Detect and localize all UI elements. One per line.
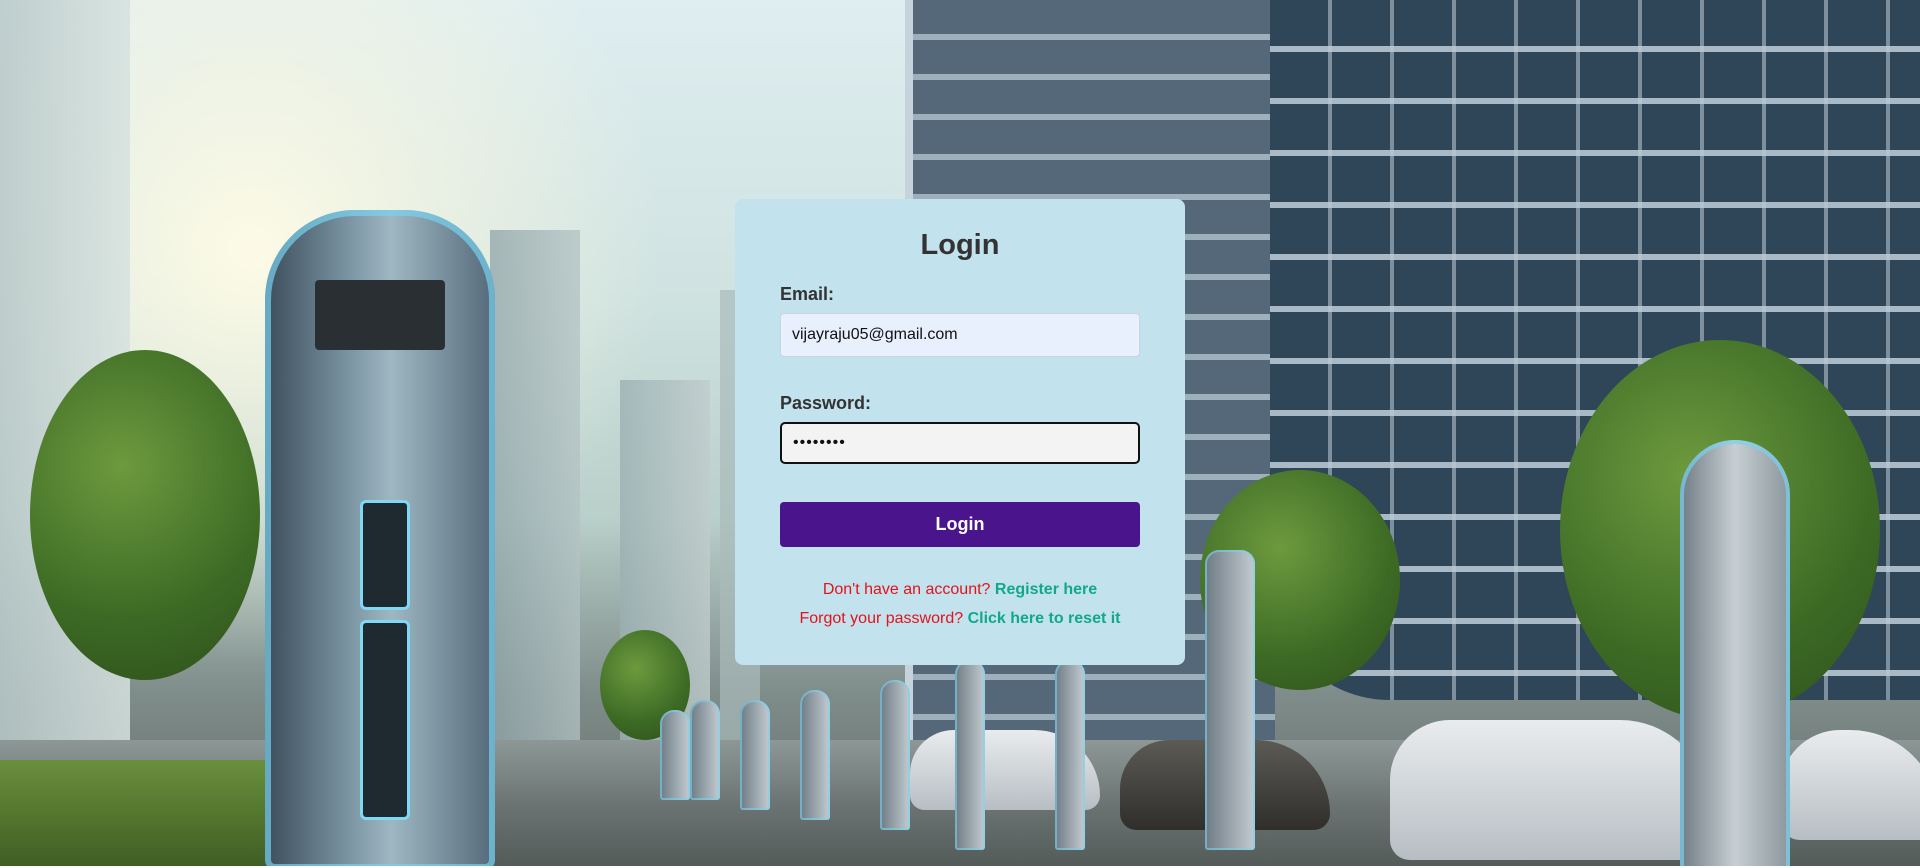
login-title: Login [920,229,1000,261]
email-group: Email: [780,284,1140,357]
car [1780,730,1920,840]
account-links: Don't have an account? Register here For… [780,575,1140,633]
car [1390,720,1710,860]
register-link[interactable]: Register here [995,581,1097,598]
charger-panel [360,620,410,820]
email-label: Email: [780,284,835,304]
grass [0,760,270,866]
reset-prompt: Forgot your password? [799,610,968,627]
charging-station [955,660,985,850]
charger-screen [315,280,445,350]
password-group: Password: [780,393,1140,464]
tree [30,350,260,680]
charging-station [690,700,720,800]
charging-station [800,690,830,820]
password-label: Password: [780,393,872,413]
charging-station [740,700,770,810]
register-prompt: Don't have an account? [822,581,995,598]
login-button[interactable]: Login [780,502,1140,547]
reset-password-link[interactable]: Click here to reset it [968,610,1121,627]
charging-station [1205,550,1255,850]
reset-row: Forgot your password? Click here to rese… [780,604,1140,633]
register-row: Don't have an account? Register here [780,575,1140,604]
email-input[interactable] [780,313,1140,357]
login-card: Login Email: Password: Login Don't have … [735,199,1185,665]
charging-station [1055,660,1085,850]
charging-station [660,710,690,800]
charging-station [880,680,910,830]
charger-panel [360,500,410,610]
building [490,230,580,750]
password-input[interactable] [780,422,1140,464]
charging-station-large [265,210,495,866]
charging-station [1680,440,1790,866]
